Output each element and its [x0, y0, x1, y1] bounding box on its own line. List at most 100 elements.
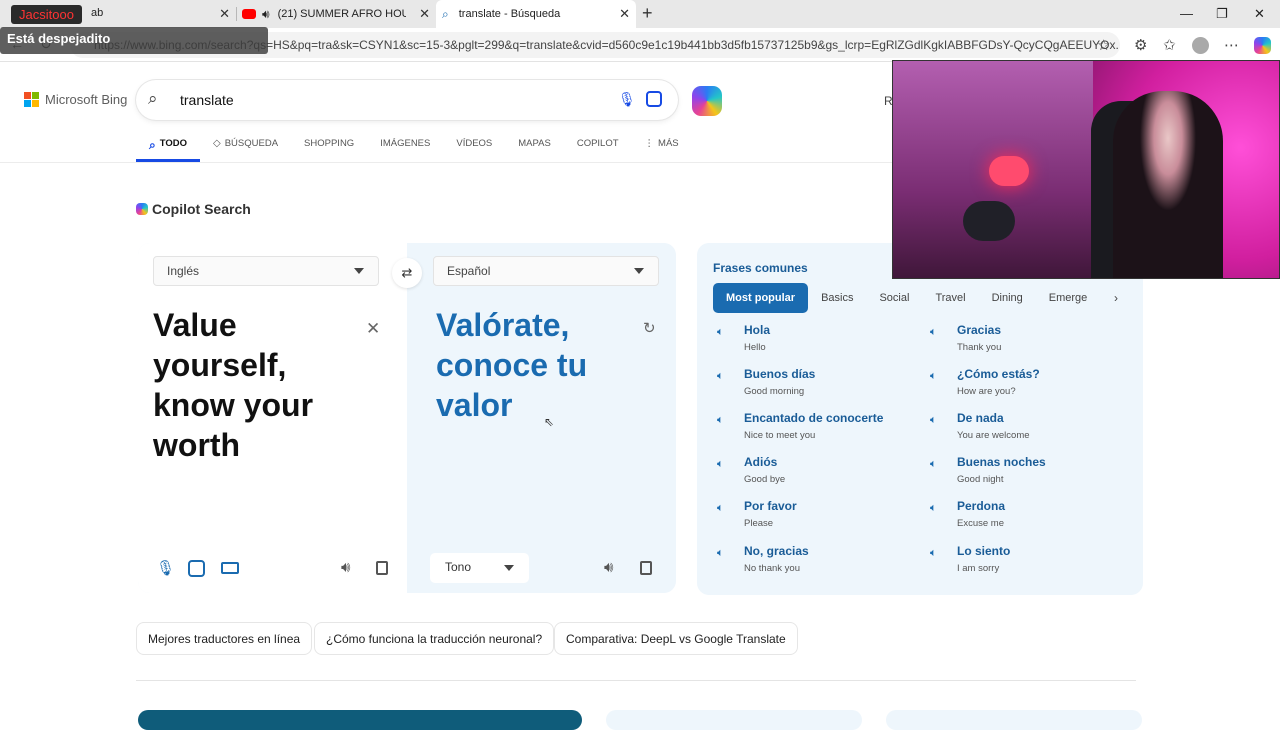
read-aloud-icon[interactable]: ⚙ — [1134, 36, 1147, 54]
mouse-cursor-icon: ⇖ — [544, 415, 555, 429]
speaker-icon[interactable]: 🔈︎ — [717, 458, 724, 471]
speaker-icon[interactable]: 🔊︎ — [262, 7, 270, 22]
tab-shopping[interactable]: SHOPPING — [291, 128, 367, 162]
source-text-input[interactable]: Value yourself, know your worth — [153, 305, 373, 465]
tab-busqueda[interactable]: ◇ BÚSQUEDA — [200, 128, 291, 162]
copy-icon[interactable] — [376, 561, 388, 575]
tab-videos[interactable]: VÍDEOS — [443, 128, 505, 162]
heading-text: Copilot Search — [152, 201, 251, 217]
favorites-icon[interactable]: ✩ — [1163, 36, 1176, 54]
tab-label: COPILOT — [576, 138, 619, 149]
swap-languages-button[interactable]: ⇄ — [392, 258, 422, 288]
result-card[interactable] — [606, 710, 862, 730]
common-phrases-panel: Frases comunes Most popular Basics Socia… — [697, 243, 1143, 595]
copilot-logo-icon[interactable] — [692, 86, 722, 116]
speaker-icon[interactable]: 🔊︎ — [341, 559, 350, 576]
chevron-right-icon[interactable]: › — [1114, 291, 1118, 305]
speaker-icon[interactable]: 🔈︎ — [930, 326, 937, 339]
tab-label: IMÁGENES — [380, 138, 431, 149]
phrases-tabs: Most popular Basics Social Travel Dining… — [713, 283, 1088, 313]
phrase-spanish: Por favor — [744, 499, 797, 513]
tab-mapas[interactable]: MAPAS — [505, 128, 564, 162]
speaker-icon[interactable]: 🔈︎ — [717, 414, 724, 427]
speaker-icon[interactable]: 🔈︎ — [717, 502, 724, 515]
close-window-icon[interactable]: ✕ — [1254, 6, 1265, 22]
visual-search-icon[interactable] — [646, 91, 662, 107]
speaker-icon[interactable]: 🔈︎ — [717, 547, 724, 560]
speaker-icon[interactable]: 🔊︎ — [604, 559, 613, 576]
copilot-icon — [136, 203, 148, 215]
search-icon: ⌕ — [148, 89, 158, 108]
new-tab-button[interactable]: + — [642, 3, 653, 24]
phrase-spanish: Buenas noches — [957, 455, 1046, 469]
phrase-spanish: Adiós — [744, 455, 778, 469]
phrases-tab-most-popular[interactable]: Most popular — [713, 283, 809, 313]
more-icon[interactable]: ⋯ — [1224, 36, 1239, 54]
suggestion-chip[interactable]: ¿Cómo funciona la traducción neuronal? — [314, 622, 555, 655]
phrases-tab-basics[interactable]: Basics — [808, 283, 866, 313]
speaker-icon[interactable]: 🔈︎ — [930, 502, 937, 515]
keyboard-icon[interactable] — [221, 562, 239, 574]
tab-label: SHOPPING — [304, 138, 355, 149]
clear-icon[interactable]: ✕ — [366, 319, 380, 339]
chevron-down-icon — [504, 565, 514, 571]
profile-avatar[interactable] — [1192, 37, 1209, 54]
speaker-icon[interactable]: 🔈︎ — [930, 414, 937, 427]
phrase-english: Good bye — [744, 474, 786, 485]
phrase-english: Nice to meet you — [744, 430, 816, 441]
suggestion-chip[interactable]: Comparativa: DeepL vs Google Translate — [554, 622, 798, 655]
result-card[interactable] — [886, 710, 1142, 730]
browser-tabstrip: ab ✕ 🔊︎ (21) SUMMER AFRO HOUSE ✕ ⌕ trans… — [0, 0, 1280, 28]
tab-translate-active[interactable]: ⌕ translate - Búsqueda ✕ — [436, 0, 636, 28]
divider — [136, 680, 1136, 681]
tab-mas[interactable]: ⋮ MÁS — [632, 128, 692, 162]
phrase-english: I am sorry — [957, 563, 1000, 574]
phrases-tab-travel[interactable]: Travel — [922, 283, 978, 313]
tone-label: Tono — [445, 560, 472, 574]
tab-title: ab — [91, 7, 104, 19]
tab-youtube[interactable]: 🔊︎ (21) SUMMER AFRO HOUSE ✕ — [236, 0, 436, 28]
favorite-star-icon[interactable]: ☆ — [1097, 36, 1110, 54]
close-icon[interactable]: ✕ — [419, 6, 430, 22]
source-language-select[interactable]: Inglés — [153, 256, 379, 286]
webcam-microphone — [963, 201, 1015, 241]
phrase-english: You are welcome — [957, 430, 1030, 441]
speaker-icon[interactable]: 🔈︎ — [930, 370, 937, 383]
speaker-icon[interactable]: 🔈︎ — [930, 458, 937, 471]
speaker-icon[interactable]: 🔈︎ — [930, 547, 937, 560]
tab-title: translate - Búsqueda — [458, 8, 561, 20]
tab-todo[interactable]: ⌕ TODO — [136, 128, 201, 162]
target-language-select[interactable]: Español — [433, 256, 659, 286]
microphone-icon[interactable]: 🎙︎ — [618, 91, 636, 108]
camera-scan-icon[interactable] — [188, 560, 205, 577]
copilot-icon[interactable] — [1254, 37, 1271, 54]
copilot-search-icon: ◇ — [213, 138, 221, 149]
result-card[interactable] — [138, 710, 582, 730]
restore-icon[interactable]: ❐ — [1216, 6, 1228, 22]
search-input[interactable]: ⌕ translate 🎙︎ — [136, 80, 678, 120]
close-icon[interactable]: ✕ — [219, 6, 230, 22]
speaker-icon[interactable]: 🔈︎ — [717, 370, 724, 383]
tab-copilot[interactable]: COPILOT — [564, 128, 632, 162]
copy-icon[interactable] — [640, 561, 652, 575]
bing-logo[interactable]: Microsoft Bing — [24, 92, 127, 107]
close-icon[interactable]: ✕ — [619, 6, 630, 22]
tab-label: MAPAS — [518, 138, 551, 149]
webcam-overlay — [892, 60, 1280, 279]
bing-logo-text: Microsoft Bing — [45, 92, 128, 107]
search-icon: ⌕ — [442, 6, 449, 21]
tone-select[interactable]: Tono — [430, 553, 529, 583]
phrases-tab-emergency[interactable]: Emerge — [1036, 283, 1088, 313]
minimize-icon[interactable]: — — [1180, 6, 1193, 21]
suggestion-chip[interactable]: Mejores traductores en línea — [136, 622, 313, 655]
search-query: translate — [180, 92, 234, 108]
phrase-spanish: De nada — [957, 411, 1004, 425]
phrase-english: Good morning — [744, 386, 805, 397]
refresh-icon[interactable]: ↻ — [643, 319, 656, 337]
phrase-english: How are you? — [957, 386, 1016, 397]
microphone-icon[interactable]: 🎙︎ — [156, 559, 175, 577]
phrases-tab-dining[interactable]: Dining — [979, 283, 1036, 313]
phrases-tab-social[interactable]: Social — [866, 283, 922, 313]
speaker-icon[interactable]: 🔈︎ — [717, 326, 724, 339]
tab-imagenes[interactable]: IMÁGENES — [367, 128, 443, 162]
